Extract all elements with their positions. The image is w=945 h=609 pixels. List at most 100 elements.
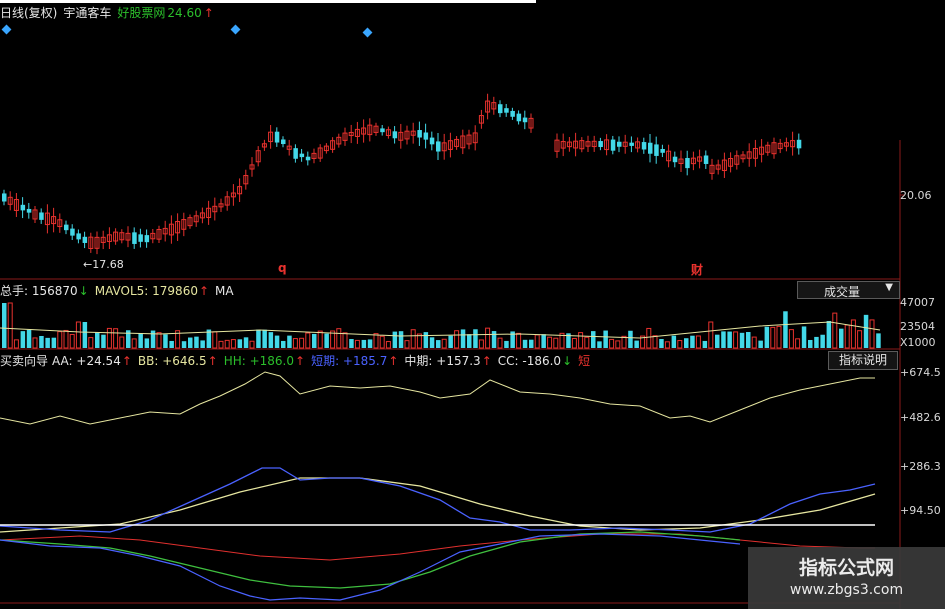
volume-bar: [63, 329, 69, 349]
indicator-axis-3: +286.3: [900, 460, 941, 473]
indicator-dropdown[interactable]: 成交量 ▼: [797, 281, 900, 299]
candle-body: [654, 144, 659, 156]
short-term-arrow: ↑: [388, 354, 399, 368]
volume-bar: [423, 332, 429, 348]
volume-bar: [441, 338, 447, 349]
volume-bar: [876, 333, 881, 348]
volume-bar: [336, 328, 342, 349]
volume-bar: [758, 340, 763, 348]
volume-bar: [410, 329, 416, 349]
volume-bar: [392, 331, 398, 348]
indicator-axis-4: +94.50: [900, 504, 941, 517]
volume-bar: [522, 339, 528, 348]
volume-bar: [770, 326, 776, 349]
volume-bar: [541, 334, 546, 348]
volume-bar: [317, 330, 323, 349]
aa-line: [0, 533, 875, 561]
volume-bar: [237, 339, 243, 348]
volume-bar: [628, 330, 633, 348]
candle-body: [672, 156, 678, 163]
volume-bar: [609, 338, 615, 349]
volume-axis-mid: 23504: [900, 320, 935, 333]
volume-bar: [844, 324, 850, 349]
volume-bar: [88, 337, 94, 349]
volume-bar: [721, 331, 726, 348]
volume-bar: [671, 335, 677, 348]
price-candles: [2, 93, 802, 255]
volume-bar: [373, 333, 379, 349]
candle-body: [20, 204, 26, 211]
volume-bar: [262, 329, 267, 348]
candle-body: [685, 157, 690, 169]
cc-arrow: ↓: [562, 354, 573, 368]
volume-bar: [460, 329, 466, 348]
volume-bar: [249, 340, 255, 349]
dropdown-arrow-icon: ▼: [885, 282, 893, 293]
candle-body: [274, 131, 280, 143]
candle-body: [392, 131, 398, 139]
volume-bar: [156, 332, 162, 349]
stock-chart-window: 日线(复权) 宇通客车 好股票网 24.60 ↑ 20.06 ←17.68 q 财 总手…: [0, 0, 945, 609]
volume-bar: [553, 337, 559, 349]
volume-bar: [131, 338, 137, 349]
candle-body: [76, 233, 81, 240]
candle-body: [380, 128, 385, 133]
low-price-label: ←17.68: [83, 258, 124, 271]
hh-arrow: ↑: [295, 354, 306, 368]
volume-bar: [354, 339, 360, 349]
volume-bar: [13, 339, 19, 349]
volume-bar: [473, 329, 478, 348]
candle-body: [293, 148, 298, 159]
chart-canvas[interactable]: [0, 0, 945, 609]
volume-bar: [45, 337, 50, 348]
volume-bar: [436, 340, 441, 348]
stock-name: 宇通客车: [63, 6, 112, 20]
candle-body: [498, 104, 503, 114]
volume-bar: [708, 321, 714, 349]
candle-body: [132, 232, 137, 244]
volume-bar: [324, 333, 329, 348]
candle-body: [629, 142, 634, 146]
volume-bar: [591, 331, 596, 348]
indicator-help-button[interactable]: 指标说明: [828, 351, 898, 370]
volume-bar: [715, 334, 720, 348]
volume-bars: [0, 302, 881, 349]
panel-frame: [0, 140, 905, 609]
volume-bar: [312, 333, 317, 348]
volume-axis-unit: X1000: [900, 336, 936, 349]
candle-body: [796, 139, 802, 149]
volume-bar: [163, 334, 168, 348]
volume-bar: [379, 335, 385, 349]
candle-body: [648, 142, 653, 154]
volume-bar: [529, 339, 534, 348]
q-marker[interactable]: q: [278, 261, 287, 275]
volume-bar: [188, 337, 193, 348]
volume-bar: [398, 331, 404, 348]
volume-bar: [659, 339, 664, 348]
volume-bar: [603, 330, 608, 348]
total-volume-label: 总手: 156870: [0, 284, 78, 298]
candle-body: [610, 139, 616, 151]
volume-bar: [448, 335, 453, 348]
mavol-up-arrow: ↑: [198, 284, 210, 298]
candle-body: [429, 137, 435, 145]
volume-bar: [467, 334, 472, 348]
short-cut-label: 短: [578, 354, 591, 368]
cc-value: CC: -186.0: [497, 354, 562, 368]
watermark-title: 指标公式网: [798, 557, 894, 579]
volume-bar: [75, 321, 81, 349]
volume-bar: [857, 330, 863, 349]
indicator-header: 买卖向导 AA: +24.54↑ BB: +646.5↑ HH: +186.0↑ 短期:…: [0, 354, 596, 368]
volume-header: 总手: 156870↓ MAVOL5: 179860↑ MA: [0, 284, 240, 298]
volume-bar: [646, 327, 652, 349]
financial-report-marker[interactable]: 财: [691, 261, 703, 278]
candle-body: [64, 224, 69, 231]
candle-body: [26, 208, 32, 213]
candle-body: [305, 156, 311, 161]
candle-body: [39, 212, 44, 220]
candle-body: [703, 155, 709, 164]
volume-bar: [504, 340, 509, 348]
candle-body: [2, 193, 7, 202]
period-label[interactable]: 日线(复权): [0, 6, 57, 20]
volume-bar: [69, 333, 75, 349]
